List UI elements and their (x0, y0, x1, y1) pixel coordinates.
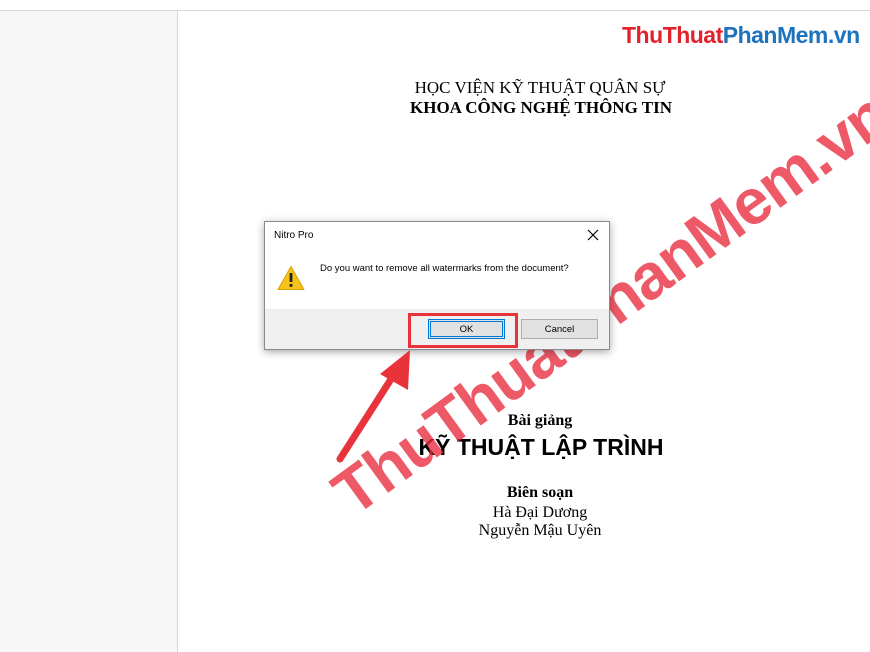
doc-faculty: KHOA CÔNG NGHỆ THÔNG TIN (410, 98, 672, 117)
dialog-message: Do you want to remove all watermarks fro… (320, 263, 569, 274)
site-logo-part2: PhanMem.vn (722, 22, 860, 48)
site-logo-part1: ThuThuat (622, 22, 723, 48)
doc-compiled-by-label: Biên soạn (506, 484, 574, 501)
pointer-arrow-icon (336, 350, 410, 463)
dialog-titlebar: Nitro Pro (265, 222, 609, 249)
dialog-title: Nitro Pro (274, 230, 314, 241)
doc-course-title: KỸ THUẬT LẬP TRÌNH (418, 434, 664, 460)
cancel-button[interactable]: Cancel (521, 319, 598, 339)
doc-lecture-label: Bài giảng (507, 412, 573, 429)
site-logo: ThuThuatPhanMem.vn (622, 22, 860, 49)
doc-author-2: Nguyễn Mậu Uyên (478, 522, 602, 539)
warning-icon (277, 265, 305, 296)
doc-author-1: Hà Đại Dương (492, 504, 588, 521)
left-panel (0, 10, 178, 652)
dialog-body: Do you want to remove all watermarks fro… (265, 249, 609, 309)
cancel-button-label: Cancel (544, 323, 575, 335)
doc-institute: HỌC VIỆN KỸ THUẬT QUÂN SỰ (414, 78, 666, 97)
ok-highlight-box (408, 313, 518, 348)
close-icon[interactable] (583, 226, 603, 244)
